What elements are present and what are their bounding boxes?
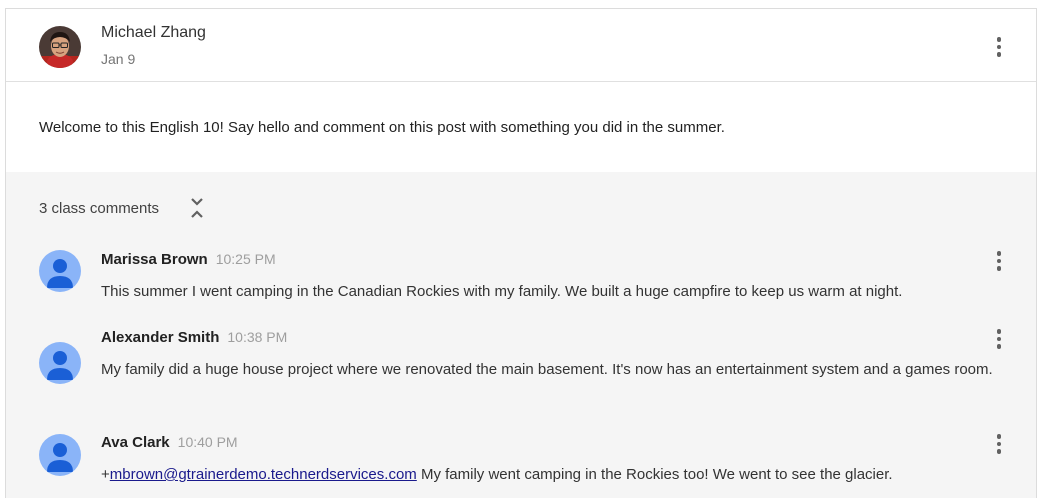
author-avatar[interactable] [39,26,81,68]
post-header: Michael Zhang Jan 9 [6,9,1036,81]
comment-time: 10:40 PM [177,434,238,450]
post-body: Welcome to this English 10! Say hello an… [39,119,725,136]
mention-link[interactable]: mbrown@gtrainerdemo.technerdservices.com [110,466,417,483]
comment-time: 10:25 PM [215,251,276,267]
commenter-avatar-icon[interactable] [39,342,81,384]
comment-author[interactable]: Alexander Smith 10:38 PM [101,329,287,346]
author-photo-icon [39,26,81,68]
comment-more-options-icon[interactable] [987,249,1011,273]
comment-time: 10:38 PM [227,329,288,345]
comment-text: This summer I went camping in the Canadi… [101,283,903,300]
commenter-avatar-icon[interactable] [39,250,81,292]
collapse-comments-icon[interactable] [186,196,208,222]
header-divider [6,81,1036,82]
post-date: Jan 9 [101,51,136,67]
commenter-avatar-icon[interactable] [39,434,81,476]
comment-text: +mbrown@gtrainerdemo.technerdservices.co… [101,462,1011,488]
comment-text: My family did a huge house project where… [101,361,993,378]
author-name[interactable]: Michael Zhang [101,24,206,42]
comment-more-options-icon[interactable] [987,432,1011,456]
comment-text-body: My family went camping in the Rockies to… [416,466,893,483]
post-more-options-icon[interactable] [987,35,1011,59]
comment-author[interactable]: Ava Clark 10:40 PM [101,434,238,451]
stream-post-card: Michael Zhang Jan 9 Welcome to this Engl… [5,8,1037,498]
mention-prefix: + [101,466,110,483]
class-comments-section: 3 class comments Marissa Brown 10:25 PM T… [6,172,1036,498]
comment-author[interactable]: Marissa Brown 10:25 PM [101,251,276,268]
class-comments-count[interactable]: 3 class comments [39,200,159,217]
comment-more-options-icon[interactable] [987,327,1011,351]
